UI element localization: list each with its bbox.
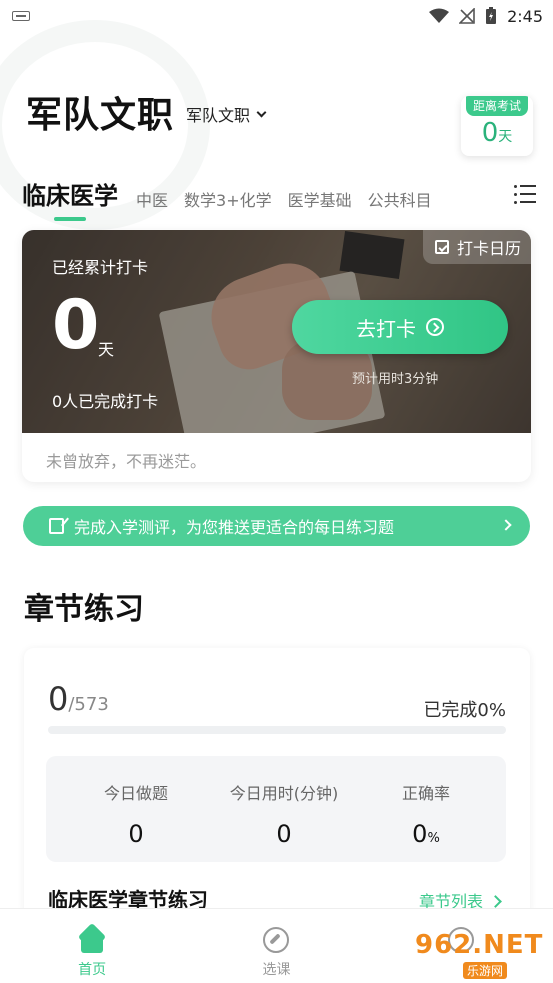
tab-public-subjects[interactable]: 公共科目: [368, 187, 432, 221]
user-icon: [447, 927, 474, 953]
compass-icon: [263, 927, 290, 953]
nav-home[interactable]: 首页: [0, 909, 184, 983]
subject-tabs: 临床医学 中医 数学3+化学 医学基础 公共科目: [22, 176, 542, 221]
edit-icon: [49, 518, 64, 534]
estimated-time: 预计用时3分钟: [352, 372, 439, 387]
no-signal-icon: [459, 8, 475, 24]
exam-countdown-label: 距离考试: [466, 96, 528, 116]
assessment-banner[interactable]: 完成入学测评，为您推送更适合的每日练习题: [23, 506, 530, 546]
progress-percent: 已完成0%: [423, 700, 506, 721]
checkin-calendar-label: 打卡日历: [456, 239, 521, 258]
exam-countdown-card[interactable]: 距离考试 0天: [461, 96, 533, 156]
arrow-circle-icon: [426, 318, 444, 336]
tab-chinese-medicine[interactable]: 中医: [136, 187, 168, 221]
go-checkin-button[interactable]: 去打卡: [292, 300, 508, 354]
stat-today-minutes: 今日用时(分钟) 0: [229, 784, 339, 848]
chevron-down-icon: [256, 107, 267, 117]
page-title: 军队文职: [26, 95, 175, 136]
home-icon: [78, 927, 106, 953]
progress-count: 0/573: [48, 680, 109, 718]
today-stats: 今日做题 0 今日用时(分钟) 0 正确率 0%: [46, 756, 506, 862]
tab-medical-basics[interactable]: 医学基础: [288, 187, 352, 221]
tab-math-chemistry[interactable]: 数学3+化学: [184, 187, 272, 221]
cumulative-checkin-days: 0: [52, 286, 100, 365]
section-title-chapter-practice: 章节练习: [24, 592, 144, 627]
menu-list-icon[interactable]: [514, 184, 536, 204]
bottom-nav: 首页 选课: [0, 908, 553, 983]
stat-today-questions: 今日做题 0: [103, 784, 168, 848]
category-selector-label: 军队文职: [186, 106, 251, 125]
cumulative-checkin-unit: 天: [98, 340, 115, 359]
progress-bar: [48, 726, 506, 734]
header: 军队文职 军队文职: [26, 86, 267, 138]
exam-countdown-value: 0天: [481, 118, 513, 148]
nav-profile[interactable]: [369, 909, 553, 983]
completed-people-count: 0人已完成打卡: [52, 392, 159, 411]
go-checkin-label: 去打卡: [356, 316, 416, 341]
nav-courses[interactable]: 选课: [184, 909, 368, 983]
cumulative-checkin-label: 已经累计打卡: [52, 258, 149, 277]
checkin-card: 打卡日历 已经累计打卡 0 天 0人已完成打卡 去打卡 预计用时3分钟 未曾放弃…: [22, 230, 531, 482]
battery-icon: [486, 7, 497, 24]
checkin-motto: 未曾放弃，不再迷茫。: [46, 452, 207, 471]
status-time: 2:45: [507, 6, 543, 26]
keyboard-icon: [12, 11, 30, 21]
stat-accuracy: 正确率 0%: [401, 784, 450, 848]
calendar-icon: [434, 240, 449, 254]
category-selector[interactable]: 军队文职: [186, 102, 267, 126]
tab-clinical-medicine[interactable]: 临床医学: [22, 176, 118, 221]
checkin-calendar-button[interactable]: 打卡日历: [422, 230, 531, 264]
chevron-right-icon: [500, 519, 512, 531]
assessment-banner-text: 完成入学测评，为您推送更适合的每日练习题: [74, 518, 395, 537]
chapter-practice-card: 0/573 已完成0% 今日做题 0 今日用时(分钟) 0 正确率 0% 临床医…: [24, 648, 530, 918]
wifi-icon: [429, 8, 450, 23]
